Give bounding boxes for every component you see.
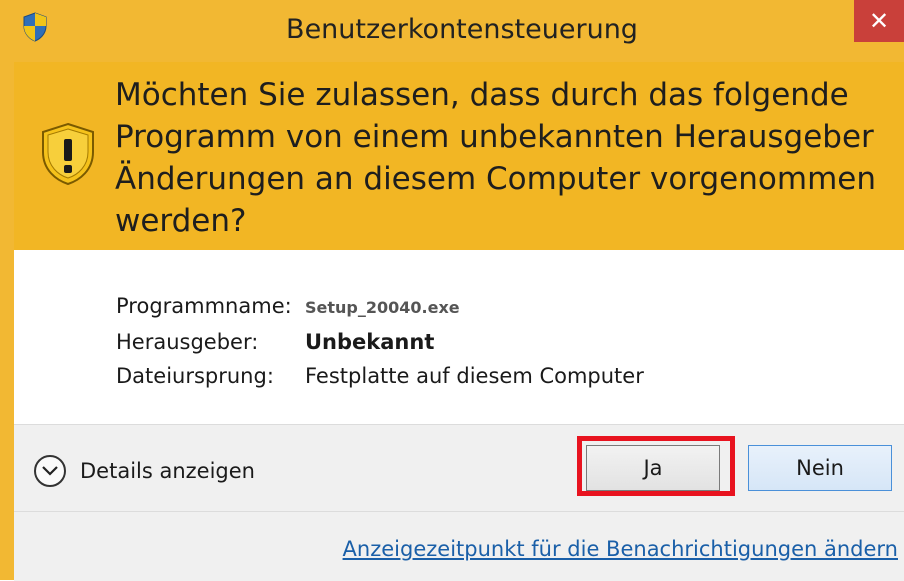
close-button[interactable]: ✕ (854, 0, 904, 42)
origin-value: Festplatte auf diesem Computer (305, 364, 644, 388)
details-label: Details anzeigen (80, 459, 255, 483)
notification-settings-link[interactable]: Anzeigezeitpunkt für die Benachrichtigun… (343, 537, 898, 561)
publisher-label: Herausgeber: (116, 330, 259, 354)
dialog-footer: Details anzeigen Ja Nein Anzeigezeitpunk… (14, 424, 904, 581)
title-bar: Benutzerkontensteuerung ✕ (0, 0, 904, 62)
program-name-label: Programmname: (116, 294, 292, 318)
yes-button[interactable]: Ja (586, 445, 720, 491)
publisher-value: Unbekannt (305, 330, 435, 354)
close-icon: ✕ (868, 7, 890, 35)
origin-label: Dateiursprung: (116, 364, 274, 388)
chevron-down-icon (34, 455, 66, 487)
footer-divider (14, 511, 904, 512)
window-frame (0, 62, 14, 580)
program-name-value: Setup_20040.exe (305, 298, 460, 317)
window-title: Benutzerkontensteuerung (286, 14, 638, 45)
uac-dialog: Benutzerkontensteuerung ✕ Möchten Sie zu… (0, 0, 904, 581)
program-info: Programmname: Setup_20040.exe Herausgebe… (14, 250, 904, 424)
details-toggle[interactable]: Details anzeigen (34, 451, 255, 491)
uac-question: Möchten Sie zulassen, dass durch das fol… (115, 77, 876, 239)
no-button[interactable]: Nein (748, 445, 892, 491)
warning-header: Möchten Sie zulassen, dass durch das fol… (14, 62, 904, 250)
warning-shield-icon (40, 122, 96, 186)
